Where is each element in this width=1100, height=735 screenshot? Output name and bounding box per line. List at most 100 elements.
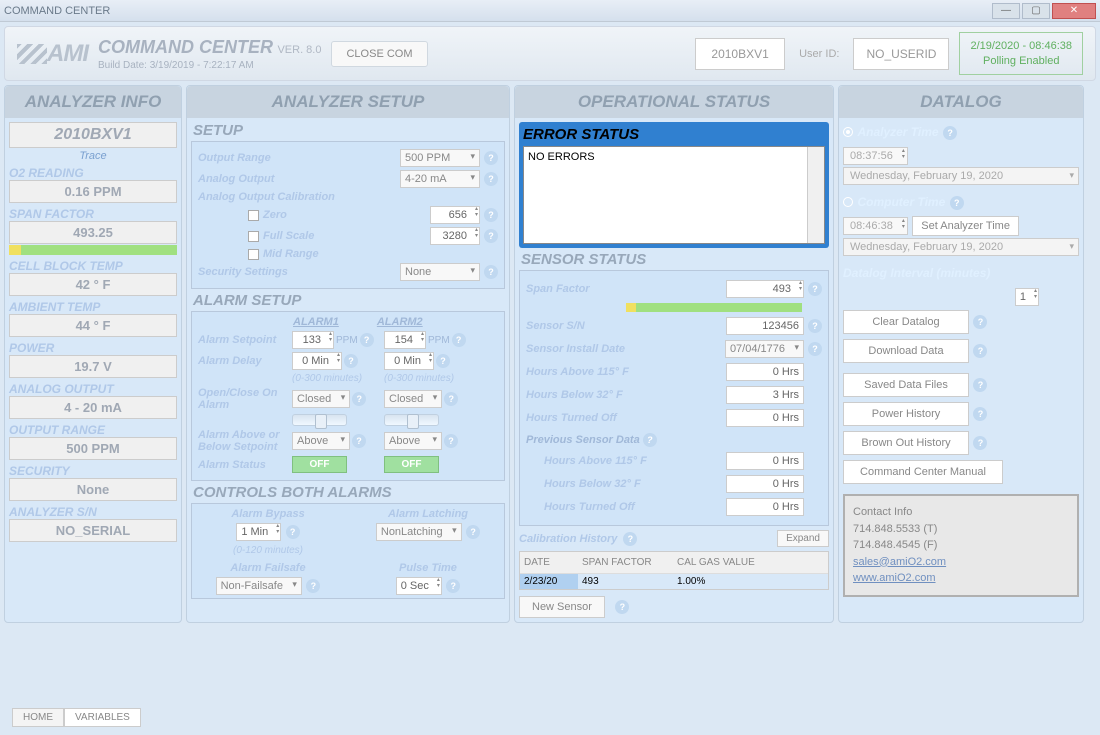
analyzer-date[interactable]: Wednesday, February 19, 2020 [843, 167, 1079, 185]
analog-output-combo[interactable]: 4-20 mA [400, 170, 480, 188]
output-range-combo[interactable]: 500 PPM [400, 149, 480, 167]
build-date: Build Date: 3/19/2019 - 7:22:17 AM [98, 60, 321, 71]
table-row[interactable]: 2/23/204931.00% [520, 574, 828, 589]
tab-home[interactable]: HOME [12, 708, 64, 727]
alarm2-setpoint[interactable]: 154 [384, 331, 426, 349]
cell-temp-value: 42 ° F [9, 273, 177, 296]
help-icon[interactable]: ? [973, 344, 987, 358]
saved-files-button[interactable]: Saved Data Files [843, 373, 969, 397]
help-icon[interactable]: ? [808, 342, 822, 356]
output-range-value: 500 PPM [9, 437, 177, 460]
help-icon[interactable]: ? [973, 407, 987, 421]
manual-button[interactable]: Command Center Manual [843, 460, 1003, 484]
help-icon[interactable]: ? [436, 354, 450, 368]
help-icon[interactable]: ? [484, 172, 498, 186]
help-icon[interactable]: ? [643, 433, 657, 447]
fullscale-spinner[interactable]: 3280 [430, 227, 480, 245]
power-history-button[interactable]: Power History [843, 402, 969, 426]
analyzer-time-radio[interactable] [843, 127, 853, 137]
user-id-box: NO_USERID [853, 38, 949, 70]
help-icon[interactable]: ? [306, 579, 320, 593]
error-status-title: ERROR STATUS [523, 126, 825, 143]
computer-time[interactable]: 08:46:38 [843, 217, 908, 235]
brownout-history-button[interactable]: Brown Out History [843, 431, 969, 455]
power-value: 19.7 V [9, 355, 177, 378]
help-icon[interactable]: ? [808, 282, 822, 296]
window-titlebar: COMMAND CENTER — ▢ ✕ [0, 0, 1100, 22]
datalog-panel: DATALOG Analyzer Time ? 08:37:56 Wednesd… [838, 85, 1084, 623]
help-icon[interactable]: ? [484, 208, 498, 222]
maximize-button[interactable]: ▢ [1022, 3, 1050, 19]
alarm1-openclose[interactable]: Closed [292, 390, 350, 408]
security-combo[interactable]: None [400, 263, 480, 281]
pulse-spinner[interactable]: 0 Sec [396, 577, 442, 595]
new-sensor-button[interactable]: New Sensor [519, 596, 605, 618]
help-icon[interactable]: ? [360, 333, 374, 347]
help-icon[interactable]: ? [444, 434, 458, 448]
help-icon[interactable]: ? [808, 319, 822, 333]
alarm2-openclose[interactable]: Closed [384, 390, 442, 408]
help-icon[interactable]: ? [623, 532, 637, 546]
app-header: AMI COMMAND CENTER VER. 8.0 Build Date: … [4, 26, 1096, 81]
minimize-button[interactable]: — [992, 3, 1020, 19]
sensor-sn[interactable]: 123456 [726, 317, 804, 335]
zero-checkbox[interactable] [248, 210, 259, 221]
help-icon[interactable]: ? [973, 436, 987, 450]
help-icon[interactable]: ? [352, 392, 366, 406]
help-icon[interactable]: ? [973, 315, 987, 329]
alarm2-above-below[interactable]: Above [384, 432, 442, 450]
help-icon[interactable]: ? [452, 333, 466, 347]
help-icon[interactable]: ? [615, 600, 629, 614]
alarm2-slider[interactable] [384, 414, 439, 426]
help-icon[interactable]: ? [444, 392, 458, 406]
help-icon[interactable]: ? [950, 196, 964, 210]
help-icon[interactable]: ? [484, 265, 498, 279]
close-com-button[interactable]: CLOSE COM [331, 41, 427, 67]
analyzer-time[interactable]: 08:37:56 [843, 147, 908, 165]
help-icon[interactable]: ? [446, 579, 460, 593]
close-button[interactable]: ✕ [1052, 3, 1096, 19]
tab-variables[interactable]: VARIABLES [64, 708, 141, 727]
analog-output-label: ANALOG OUTPUT [9, 382, 177, 396]
alarm1-setمهsetpoint[interactable]: 133 [292, 331, 334, 349]
set-analyzer-time-button[interactable]: Set Analyzer Time [912, 216, 1019, 236]
analyzer-info-panel: ANALYZER INFO 2010BXV1 Trace O2 READING … [4, 85, 182, 623]
expand-button[interactable]: Expand [777, 530, 829, 547]
help-icon[interactable]: ? [484, 229, 498, 243]
user-id-label: User ID: [799, 48, 839, 60]
hours-off: 0 Hrs [726, 409, 804, 427]
clear-datalog-button[interactable]: Clear Datalog [843, 310, 969, 334]
analyzer-sn-value: NO_SERIAL [9, 519, 177, 542]
install-date[interactable]: 07/04/1776 [725, 340, 804, 358]
help-icon[interactable]: ? [484, 151, 498, 165]
zero-spinner[interactable]: 656 [430, 206, 480, 224]
fullscale-checkbox[interactable] [248, 231, 259, 242]
help-icon[interactable]: ? [352, 434, 366, 448]
failsafe-combo[interactable]: Non-Failsafe [216, 577, 302, 595]
hours-below-32: 3 Hrs [726, 386, 804, 404]
computer-time-radio[interactable] [843, 197, 853, 207]
help-icon[interactable]: ? [466, 525, 480, 539]
website-link[interactable]: www.amiO2.com [853, 570, 1069, 587]
alarm1-delay[interactable]: 0 Min [292, 352, 342, 370]
alarm1-slider[interactable] [292, 414, 347, 426]
polling-status: 2/19/2020 - 08:46:38 Polling Enabled [959, 32, 1083, 75]
bypass-spinner[interactable]: 1 Min [236, 523, 281, 541]
computer-date[interactable]: Wednesday, February 19, 2020 [843, 238, 1079, 256]
help-icon[interactable]: ? [973, 378, 987, 392]
sensor-span[interactable]: 493 [726, 280, 804, 298]
help-icon[interactable]: ? [943, 126, 957, 140]
latching-combo[interactable]: NonLatching [376, 523, 462, 541]
download-data-button[interactable]: Download Data [843, 339, 969, 363]
help-icon[interactable]: ? [286, 525, 300, 539]
alarm2-delay[interactable]: 0 Min [384, 352, 434, 370]
alarm1-above-below[interactable]: Above [292, 432, 350, 450]
email-link[interactable]: sales@amiO2.com [853, 554, 1069, 571]
interval-spinner[interactable]: 1 [1015, 288, 1039, 306]
hours-above-115: 0 Hrs [726, 363, 804, 381]
datalog-tab: DATALOG [839, 86, 1083, 118]
help-icon[interactable]: ? [344, 354, 358, 368]
midrange-checkbox[interactable] [248, 249, 259, 260]
error-status-content[interactable]: NO ERRORS [523, 146, 825, 244]
controls-title: CONTROLS BOTH ALARMS [193, 484, 505, 501]
